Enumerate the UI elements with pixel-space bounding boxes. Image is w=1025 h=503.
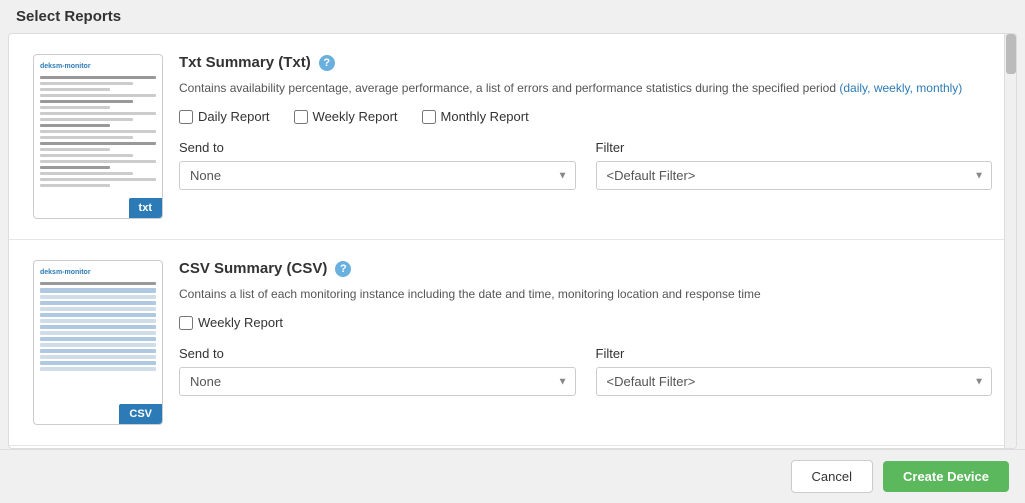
csv-title-row: CSV Summary (CSV) ? [179, 260, 992, 277]
txt-report-description: Contains availability percentage, averag… [179, 79, 992, 97]
txt-report-header: deksm-monitor [33, 54, 992, 219]
txt-monthly-label: Monthly Report [441, 109, 529, 124]
txt-monthly-checkbox-label[interactable]: Monthly Report [422, 109, 529, 124]
csv-help-icon[interactable]: ? [335, 261, 351, 277]
csv-report-section: deksm-monitor [9, 240, 1016, 446]
scrollbar-track [1004, 34, 1016, 448]
main-container: Select Reports deksm-monitor [0, 0, 1025, 503]
txt-desc-link: (daily, weekly, monthly) [839, 81, 962, 95]
csv-filter-group: Filter <Default Filter> ▼ [596, 346, 993, 396]
txt-send-to-wrapper: None ▼ [179, 161, 576, 190]
txt-send-to-select[interactable]: None [179, 161, 576, 190]
txt-daily-label: Daily Report [198, 109, 270, 124]
txt-weekly-checkbox-label[interactable]: Weekly Report [294, 109, 398, 124]
csv-send-to-wrapper: None ▼ [179, 367, 576, 396]
csv-thumb-label: CSV [119, 404, 162, 424]
csv-thumbnail: deksm-monitor [33, 260, 163, 425]
csv-fields-row: Send to None ▼ Filter [179, 346, 992, 396]
csv-report-title: CSV Summary (CSV) [179, 260, 327, 277]
txt-report-section: deksm-monitor [9, 34, 1016, 240]
csv-filter-label: Filter [596, 346, 993, 361]
txt-filter-group: Filter <Default Filter> ▼ [596, 140, 993, 190]
content-area: deksm-monitor [8, 33, 1017, 449]
txt-thumb-logo: deksm-monitor [40, 63, 156, 70]
csv-weekly-checkbox[interactable] [179, 316, 193, 330]
txt-filter-select[interactable]: <Default Filter> [596, 161, 993, 190]
txt-daily-checkbox[interactable] [179, 110, 193, 124]
csv-filter-wrapper: <Default Filter> ▼ [596, 367, 993, 396]
csv-weekly-label: Weekly Report [198, 315, 283, 330]
create-device-button[interactable]: Create Device [883, 461, 1009, 492]
txt-help-icon[interactable]: ? [319, 55, 335, 71]
footer-bar: Cancel Create Device [0, 449, 1025, 503]
csv-filter-select[interactable]: <Default Filter> [596, 367, 993, 396]
txt-filter-wrapper: <Default Filter> ▼ [596, 161, 993, 190]
csv-send-to-group: Send to None ▼ [179, 346, 576, 396]
csv-send-to-select[interactable]: None [179, 367, 576, 396]
txt-report-title: Txt Summary (Txt) [179, 54, 311, 71]
txt-send-to-group: Send to None ▼ [179, 140, 576, 190]
txt-filter-label: Filter [596, 140, 993, 155]
cancel-button[interactable]: Cancel [791, 460, 873, 493]
txt-thumb-label: txt [129, 198, 162, 218]
csv-checkboxes-row: Weekly Report [179, 315, 992, 330]
txt-weekly-checkbox[interactable] [294, 110, 308, 124]
csv-send-to-label: Send to [179, 346, 576, 361]
page-title: Select Reports [0, 0, 1025, 33]
txt-daily-checkbox-label[interactable]: Daily Report [179, 109, 270, 124]
txt-title-row: Txt Summary (Txt) ? [179, 54, 992, 71]
csv-report-details: CSV Summary (CSV) ? Contains a list of e… [179, 260, 992, 396]
txt-weekly-label: Weekly Report [313, 109, 398, 124]
txt-fields-row: Send to None ▼ Filter [179, 140, 992, 190]
txt-checkboxes-row: Daily Report Weekly Report Monthly Repor… [179, 109, 992, 124]
txt-monthly-checkbox[interactable] [422, 110, 436, 124]
txt-report-details: Txt Summary (Txt) ? Contains availabilit… [179, 54, 992, 190]
txt-thumbnail: deksm-monitor [33, 54, 163, 219]
txt-send-to-label: Send to [179, 140, 576, 155]
csv-weekly-checkbox-label[interactable]: Weekly Report [179, 315, 283, 330]
csv-thumb-logo: deksm-monitor [40, 269, 156, 276]
csv-report-description: Contains a list of each monitoring insta… [179, 285, 992, 303]
scrollbar-thumb[interactable] [1006, 34, 1016, 74]
csv-report-header: deksm-monitor [33, 260, 992, 425]
